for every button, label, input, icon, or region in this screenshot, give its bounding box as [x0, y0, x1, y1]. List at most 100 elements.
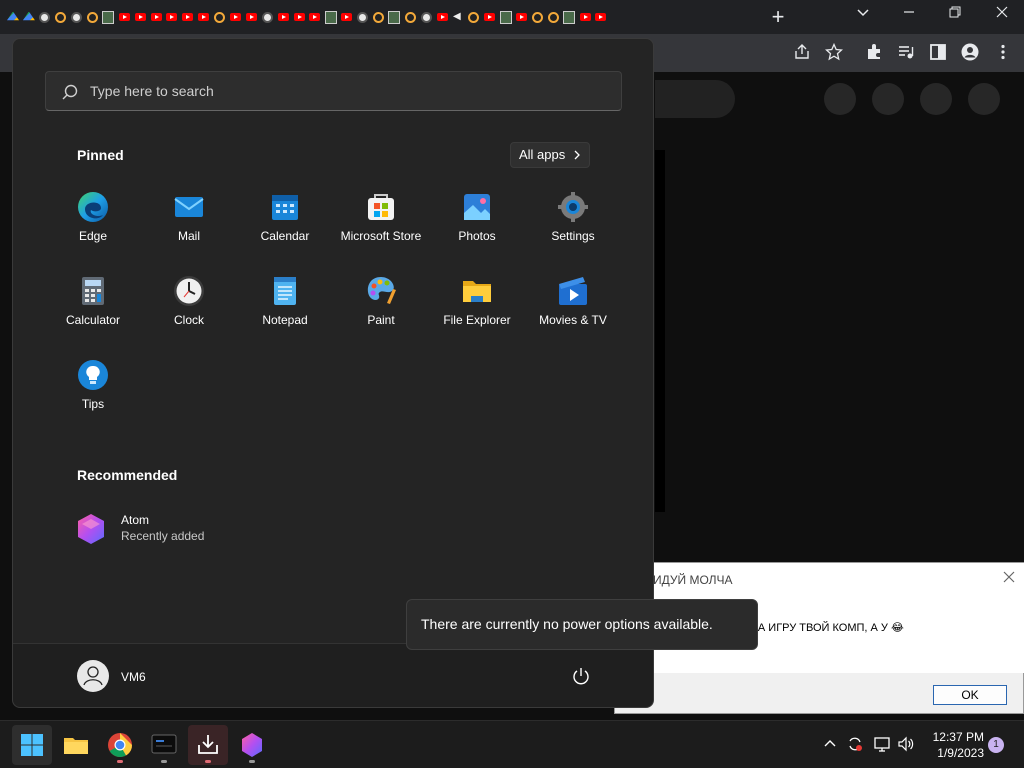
pinned-app-calendar[interactable]: Calendar — [237, 191, 333, 263]
youtube-icon — [516, 13, 527, 21]
browser-tab[interactable]: ◀ — [451, 9, 465, 25]
pinned-app-file-explorer[interactable]: File Explorer — [429, 275, 525, 347]
browser-tab[interactable] — [292, 9, 306, 25]
browser-tab[interactable] — [276, 9, 290, 25]
pinned-app-mail[interactable]: Mail — [141, 191, 237, 263]
side-panel-icon[interactable] — [928, 43, 948, 63]
browser-tab[interactable] — [181, 9, 195, 25]
pinned-app-photos[interactable]: Photos — [429, 191, 525, 263]
photos-icon — [461, 191, 493, 223]
browser-tab[interactable] — [562, 9, 576, 25]
browser-tab[interactable] — [54, 9, 68, 25]
taskbar-installer[interactable] — [188, 725, 228, 765]
power-icon[interactable] — [571, 666, 591, 686]
system-clock[interactable]: 12:37 PM 1/9/2023 — [928, 729, 984, 761]
browser-tab[interactable] — [101, 9, 115, 25]
pinned-app-paint[interactable]: Paint — [333, 275, 429, 347]
share-icon[interactable] — [792, 43, 812, 63]
browser-tab[interactable] — [213, 9, 227, 25]
pinned-app-edge[interactable]: Edge — [45, 191, 141, 263]
browser-tab[interactable] — [6, 9, 20, 25]
notification-badge[interactable]: 1 — [988, 737, 1004, 753]
browser-menu-icon[interactable] — [993, 43, 1013, 63]
browser-tab[interactable] — [324, 9, 338, 25]
taskbar-atom[interactable] — [232, 725, 272, 765]
browser-tab[interactable] — [499, 9, 513, 25]
profile-icon[interactable] — [960, 43, 980, 63]
pinned-app-microsoft-store[interactable]: Microsoft Store — [333, 191, 429, 263]
pinned-app-tips[interactable]: Tips — [45, 359, 141, 431]
taskbar-file-explorer[interactable] — [56, 725, 96, 765]
browser-tab[interactable] — [133, 9, 147, 25]
browser-tab[interactable] — [38, 9, 52, 25]
browser-tab[interactable] — [578, 9, 592, 25]
browser-tab[interactable] — [515, 9, 529, 25]
browser-tab[interactable] — [546, 9, 560, 25]
pinned-app-clock[interactable]: Clock — [141, 275, 237, 347]
browser-tab[interactable] — [117, 9, 131, 25]
calendar-icon — [269, 191, 301, 223]
browser-tab[interactable] — [260, 9, 274, 25]
browser-tab[interactable] — [530, 9, 544, 25]
extensions-icon[interactable] — [864, 43, 884, 63]
site-header-button[interactable] — [920, 83, 952, 115]
browser-tab[interactable] — [356, 9, 370, 25]
site-header-button[interactable] — [968, 83, 1000, 115]
taskbar-terminal[interactable] — [144, 725, 184, 765]
browser-tab[interactable] — [244, 9, 258, 25]
browser-tab[interactable] — [435, 9, 449, 25]
browser-tab[interactable] — [483, 9, 497, 25]
user-name[interactable]: VM6 — [121, 670, 146, 684]
pinned-app-settings[interactable]: Settings — [525, 191, 621, 263]
browser-tab[interactable] — [340, 9, 354, 25]
clock-date: 1/9/2023 — [937, 746, 984, 760]
calculator-icon — [77, 275, 109, 307]
recommended-item[interactable]: Atom Recently added — [75, 509, 275, 545]
ok-button[interactable]: OK — [933, 685, 1007, 705]
browser-tab[interactable] — [387, 9, 401, 25]
browser-tab[interactable] — [85, 9, 99, 25]
restore-button[interactable] — [945, 4, 965, 24]
browser-tab[interactable] — [165, 9, 179, 25]
network-icon[interactable] — [873, 735, 891, 753]
pinned-app-movies-tv[interactable]: Movies & TV — [525, 275, 621, 347]
minimize-button[interactable] — [899, 4, 919, 24]
close-icon[interactable] — [1003, 571, 1015, 586]
all-apps-button[interactable]: All apps — [510, 142, 590, 168]
browser-tab[interactable] — [228, 9, 242, 25]
pinned-app-notepad[interactable]: Notepad — [237, 275, 333, 347]
close-window-button[interactable] — [992, 4, 1012, 24]
pinned-app-label: Calendar — [260, 229, 310, 243]
browser-tab[interactable] — [419, 9, 433, 25]
browser-tab[interactable] — [70, 9, 84, 25]
recommended-subtitle: Recently added — [121, 529, 205, 543]
browser-tab[interactable] — [594, 9, 608, 25]
browser-tab[interactable] — [149, 9, 163, 25]
pinned-app-calculator[interactable]: Calculator — [45, 275, 141, 347]
volume-icon[interactable] — [897, 735, 915, 753]
site-header-button[interactable] — [872, 83, 904, 115]
sync-icon[interactable] — [846, 735, 864, 753]
youtube-icon — [198, 13, 210, 21]
gear-icon — [372, 11, 384, 23]
browser-tab[interactable] — [467, 9, 481, 25]
chevron-up-icon[interactable] — [821, 735, 839, 753]
tab-search-icon[interactable] — [853, 4, 873, 24]
browser-tab[interactable] — [22, 9, 36, 25]
avatar[interactable] — [77, 660, 109, 692]
start-button[interactable] — [12, 725, 52, 765]
taskbar-chrome[interactable] — [100, 725, 140, 765]
site-search-box[interactable] — [655, 80, 735, 118]
new-tab-button[interactable]: + — [768, 6, 788, 28]
media-controls-icon[interactable] — [896, 43, 916, 63]
youtube-icon — [229, 13, 241, 21]
search-input[interactable]: Type here to search — [45, 71, 622, 111]
bookmark-star-icon[interactable] — [824, 42, 844, 63]
site-header-button[interactable] — [824, 83, 856, 115]
gear-icon — [468, 11, 480, 23]
browser-tab[interactable] — [371, 9, 385, 25]
browser-tab[interactable] — [308, 9, 322, 25]
browser-tab[interactable] — [197, 9, 211, 25]
gear-icon — [214, 11, 226, 23]
browser-tab[interactable] — [403, 9, 417, 25]
